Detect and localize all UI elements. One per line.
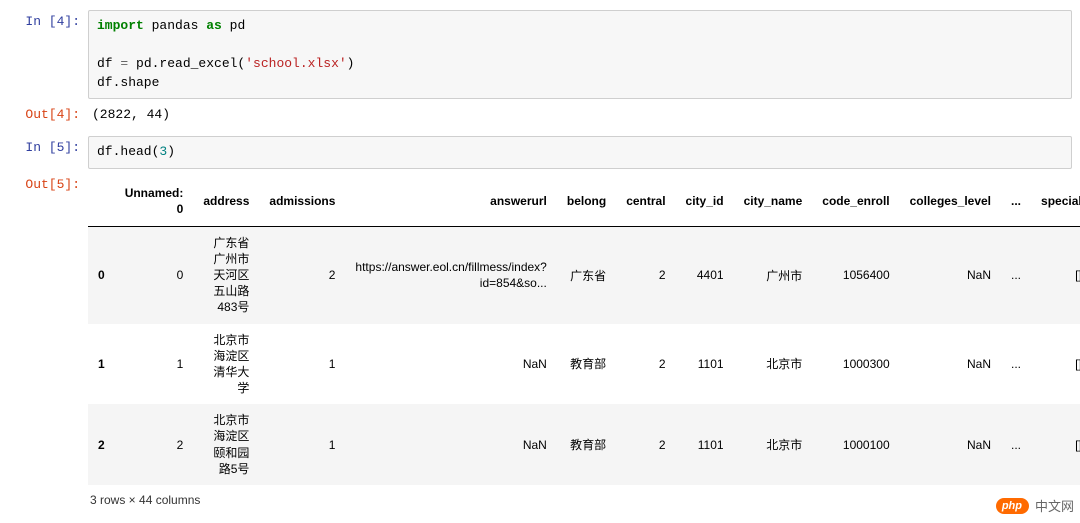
cell: 1056400 <box>812 226 899 323</box>
col-city_name: city_name <box>734 177 813 226</box>
watermark-text: 中文网 <box>1035 496 1074 515</box>
cell: NaN <box>900 324 1001 405</box>
cell: 广州市 <box>734 226 813 323</box>
cell: NaN <box>345 324 556 405</box>
watermark: php 中文网 <box>996 496 1074 515</box>
cell: 2 <box>616 226 675 323</box>
cell: ... <box>1001 226 1031 323</box>
table-row: 22北京市海淀区颐和园路5号1NaN教育部21101北京市1000100NaN.… <box>88 404 1080 485</box>
prompt-in-5: In [5]: <box>0 136 88 155</box>
cell: 广东省 <box>557 226 616 323</box>
col-city_id: city_id <box>676 177 734 226</box>
dataframe-scroll[interactable]: Unnamed: 0 address admissions answerurl … <box>88 177 1080 513</box>
cell: 广东省广州市天河区五山路483号 <box>193 226 259 323</box>
cell: 2 <box>616 404 675 485</box>
cell: 教育部 <box>557 404 616 485</box>
cell: 1101 <box>676 404 734 485</box>
cell-out-4: Out[4]: (2822, 44) <box>0 101 1080 128</box>
string-literal: 'school.xlsx' <box>245 56 346 71</box>
cell: NaN <box>900 226 1001 323</box>
cell: 1 <box>259 324 345 405</box>
table-row: 11北京市海淀区清华大学1NaN教育部21101北京市1000300NaN...… <box>88 324 1080 405</box>
row-index: 1 <box>88 324 115 405</box>
cell: [] <box>1031 226 1080 323</box>
cell: 北京市 <box>734 404 813 485</box>
cell: [] <box>1031 404 1080 485</box>
col-central: central <box>616 177 675 226</box>
prompt-in-4: In [4]: <box>0 10 88 29</box>
cell-out-5: Out[5]: Unnamed: 0 address admissions an… <box>0 171 1080 519</box>
dataframe-shape-note: 3 rows × 44 columns <box>88 485 1080 513</box>
cell: 1000100 <box>812 404 899 485</box>
col-address: address <box>193 177 259 226</box>
cell: 1101 <box>676 324 734 405</box>
watermark-pill: php <box>996 498 1029 514</box>
cell: https://answer.eol.cn/fillmess/index?id=… <box>345 226 556 323</box>
cell: 4401 <box>676 226 734 323</box>
col-ellipsis: ... <box>1001 177 1031 226</box>
kw-import: import <box>97 18 144 33</box>
code-input-5[interactable]: df.head(3) <box>88 136 1072 169</box>
cell: ... <box>1001 324 1031 405</box>
output-4: (2822, 44) <box>88 103 1080 126</box>
cell: 2 <box>115 404 194 485</box>
dataframe-table: Unnamed: 0 address admissions answerurl … <box>88 177 1080 485</box>
cell: 2 <box>616 324 675 405</box>
col-colleges_level: colleges_level <box>900 177 1001 226</box>
cell: [] <box>1031 324 1080 405</box>
cell: 北京市海淀区颐和园路5号 <box>193 404 259 485</box>
table-row: 00广东省广州市天河区五山路483号2https://answer.eol.cn… <box>88 226 1080 323</box>
col-unnamed0: Unnamed: 0 <box>115 177 194 226</box>
kw-as: as <box>206 18 222 33</box>
code-input-4[interactable]: import pandas as pd df = pd.read_excel('… <box>88 10 1072 99</box>
cell: 教育部 <box>557 324 616 405</box>
cell: 1 <box>259 404 345 485</box>
col-belong: belong <box>557 177 616 226</box>
prompt-out-4: Out[4]: <box>0 103 88 122</box>
cell-in-4: In [4]: import pandas as pd df = pd.read… <box>0 8 1080 101</box>
cell: NaN <box>345 404 556 485</box>
col-code_enroll: code_enroll <box>812 177 899 226</box>
row-index: 0 <box>88 226 115 323</box>
col-admissions: admissions <box>259 177 345 226</box>
prompt-out-5: Out[5]: <box>0 173 88 192</box>
cell-in-5: In [5]: df.head(3) <box>0 134 1080 171</box>
cell: 北京市海淀区清华大学 <box>193 324 259 405</box>
index-header <box>88 177 115 226</box>
cell: 2 <box>259 226 345 323</box>
dataframe-header-row: Unnamed: 0 address admissions answerurl … <box>88 177 1080 226</box>
cell: ... <box>1001 404 1031 485</box>
cell: 1000300 <box>812 324 899 405</box>
cell: NaN <box>900 404 1001 485</box>
col-answerurl: answerurl <box>345 177 556 226</box>
row-index: 2 <box>88 404 115 485</box>
col-special: special <box>1031 177 1080 226</box>
cell: 0 <box>115 226 194 323</box>
cell: 北京市 <box>734 324 813 405</box>
cell: 1 <box>115 324 194 405</box>
